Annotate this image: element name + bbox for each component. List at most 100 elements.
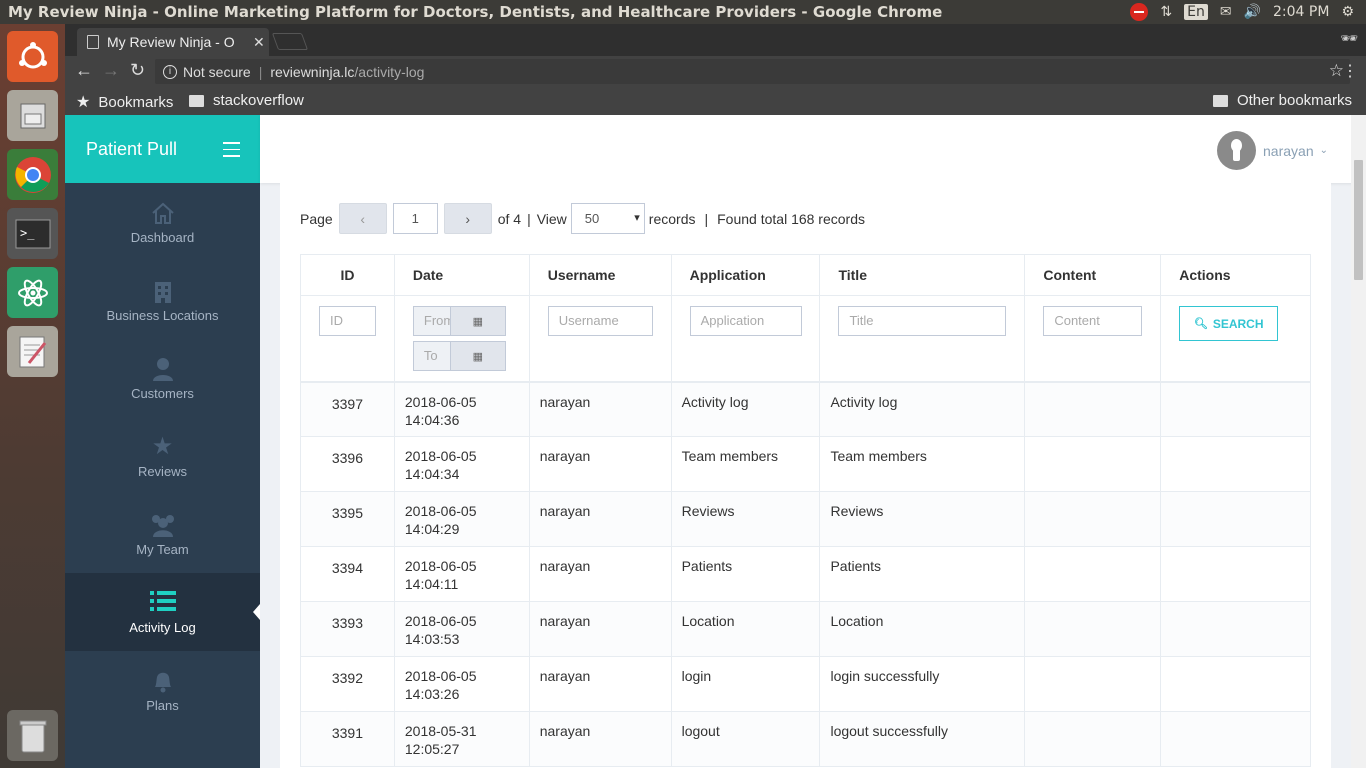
mail-icon[interactable]: ✉ bbox=[1220, 4, 1232, 20]
per-page-select[interactable]: 50 bbox=[570, 203, 645, 234]
new-tab-button[interactable] bbox=[271, 33, 309, 50]
column-header-date[interactable]: Date bbox=[393, 254, 530, 296]
cell-id: 3391 bbox=[300, 711, 395, 767]
next-page-button[interactable]: › bbox=[443, 203, 492, 234]
sidebar-item-plans[interactable]: Plans bbox=[65, 651, 260, 729]
trash-icon[interactable] bbox=[7, 710, 58, 761]
sidebar-item-activity-log[interactable]: Activity Log bbox=[65, 573, 260, 651]
cell-title: Reviews bbox=[819, 491, 1026, 547]
list-icon bbox=[149, 590, 176, 616]
cell-content bbox=[1024, 711, 1162, 767]
cell-content bbox=[1024, 546, 1162, 602]
table-row[interactable]: 3397 2018-06-05 14:04:36 narayan Activity lo… bbox=[300, 381, 1311, 437]
sidebar-item-reviews[interactable]: ★ Reviews bbox=[65, 417, 260, 495]
page-icon bbox=[87, 35, 99, 49]
chrome-menu-icon[interactable]: ⋮ bbox=[1342, 61, 1358, 81]
cell-application: Team members bbox=[670, 436, 821, 492]
date-from-input[interactable]: From bbox=[412, 306, 451, 336]
time-value: 14:03:26 bbox=[404, 686, 460, 702]
browser-tab[interactable]: My Review Ninja - O ✕ bbox=[77, 28, 269, 56]
cell-id: 3393 bbox=[300, 601, 395, 657]
ubuntu-dash-icon[interactable] bbox=[7, 31, 58, 82]
column-header-application[interactable]: Application bbox=[670, 254, 821, 296]
column-header-username[interactable]: Username bbox=[528, 254, 672, 296]
id-filter-input[interactable]: ID bbox=[319, 306, 376, 336]
sidebar-item-dashboard[interactable]: Dashboard bbox=[65, 183, 260, 261]
activity-log-panel: Page ‹ 1 › of 4 | View 50 records | Foun… bbox=[280, 183, 1331, 768]
cell-actions bbox=[1160, 381, 1311, 437]
volume-icon[interactable]: 🔊 bbox=[1244, 4, 1261, 20]
cell-id: 3396 bbox=[300, 436, 395, 492]
users-icon bbox=[148, 512, 178, 538]
column-header-content[interactable]: Content bbox=[1024, 254, 1162, 296]
bookmarks-item[interactable]: ★ Bookmarks bbox=[76, 92, 173, 112]
page-scrollbar[interactable] bbox=[1351, 115, 1366, 768]
date-to-input[interactable]: To bbox=[412, 341, 451, 371]
page-number-input[interactable]: 1 bbox=[392, 203, 438, 234]
filter-row: ID From ▦ To ▦ Username Ap bbox=[300, 295, 1311, 383]
cell-application: Reviews bbox=[670, 491, 821, 547]
atom-editor-icon[interactable] bbox=[7, 267, 58, 318]
cell-actions bbox=[1160, 546, 1311, 602]
user-icon bbox=[152, 356, 174, 382]
column-header-title[interactable]: Title bbox=[819, 254, 1026, 296]
sidebar: Patient Pull Dashboard Business Location… bbox=[65, 115, 260, 768]
tab-strip: My Review Ninja - O ✕ 🕶 bbox=[65, 24, 1366, 56]
address-bar[interactable]: i Not secure | reviewninja.lc/activity-l… bbox=[155, 59, 1350, 84]
file-cabinet-icon[interactable] bbox=[7, 90, 58, 141]
chrome-icon[interactable] bbox=[7, 149, 58, 200]
os-top-panel: My Review Ninja - Online Marketing Platf… bbox=[0, 0, 1366, 24]
cell-application: Activity log bbox=[670, 381, 821, 437]
username-filter-input[interactable]: Username bbox=[547, 306, 653, 336]
close-tab-icon[interactable]: ✕ bbox=[253, 34, 265, 51]
date-to-filter[interactable]: To ▦ bbox=[412, 341, 506, 371]
text-editor-icon[interactable] bbox=[7, 326, 58, 377]
table-row[interactable]: 3392 2018-06-05 14:03:26 narayan login login … bbox=[300, 656, 1311, 712]
clock[interactable]: 2:04 PM bbox=[1273, 4, 1329, 20]
keyboard-layout-indicator[interactable]: En bbox=[1184, 4, 1208, 20]
calendar-icon[interactable]: ▦ bbox=[450, 306, 506, 336]
brand-bar: Patient Pull bbox=[65, 115, 260, 183]
forward-arrow-icon[interactable]: → bbox=[102, 60, 120, 81]
terminal-icon[interactable]: >_ bbox=[7, 208, 58, 259]
user-name[interactable]: narayan bbox=[1263, 143, 1314, 159]
ubuntu-launcher: >_ bbox=[0, 24, 65, 768]
transfer-icon[interactable]: ⇅ bbox=[1160, 4, 1172, 20]
column-header-id[interactable]: ID bbox=[300, 254, 395, 296]
prev-page-button[interactable]: ‹ bbox=[338, 203, 387, 234]
time-value: 14:04:34 bbox=[404, 466, 460, 482]
date-from-filter[interactable]: From ▦ bbox=[412, 306, 506, 336]
reload-icon[interactable]: ↻ bbox=[130, 60, 145, 81]
sidebar-item-customers[interactable]: Customers bbox=[65, 339, 260, 417]
scrollbar-thumb[interactable] bbox=[1354, 160, 1363, 280]
table-row[interactable]: 3396 2018-06-05 14:04:34 narayan Team member… bbox=[300, 436, 1311, 492]
table-row[interactable]: 3394 2018-06-05 14:04:11 narayan Patients Pat… bbox=[300, 546, 1311, 602]
cell-id: 3395 bbox=[300, 491, 395, 547]
bookmark-stackoverflow[interactable]: stackoverflow bbox=[189, 92, 304, 109]
date-value: 2018-06-05 bbox=[404, 558, 477, 574]
search-button[interactable]: 🔍︎ SEARCH bbox=[1179, 306, 1279, 341]
cell-date: 2018-05-31 12:05:27 bbox=[393, 711, 530, 767]
back-arrow-icon[interactable]: ← bbox=[75, 60, 93, 81]
time-value: 14:04:29 bbox=[404, 521, 460, 537]
cell-actions bbox=[1160, 656, 1311, 712]
other-bookmarks[interactable]: Other bookmarks bbox=[1212, 92, 1352, 109]
sidebar-item-my-team[interactable]: My Team bbox=[65, 495, 260, 573]
table-row[interactable]: 3393 2018-06-05 14:03:53 narayan Location Loc… bbox=[300, 601, 1311, 657]
settings-gear-icon[interactable]: ⚙ bbox=[1341, 4, 1354, 20]
sidebar-item-business-locations[interactable]: Business Locations bbox=[65, 261, 260, 339]
table-row[interactable]: 3391 2018-05-31 12:05:27 narayan logout logou… bbox=[300, 711, 1311, 767]
title-filter-input[interactable]: Title bbox=[838, 306, 1007, 336]
menu-toggle-icon[interactable] bbox=[223, 142, 240, 162]
calendar-icon[interactable]: ▦ bbox=[450, 341, 506, 371]
content-filter-input[interactable]: Content bbox=[1043, 306, 1143, 336]
application-filter-input[interactable]: Application bbox=[689, 306, 802, 336]
incognito-icon: 🕶 bbox=[1340, 30, 1358, 46]
table-row[interactable]: 3395 2018-06-05 14:04:29 narayan Reviews Revi… bbox=[300, 491, 1311, 547]
chevron-down-icon[interactable]: ⌄ bbox=[1320, 145, 1328, 156]
network-disconnected-icon[interactable] bbox=[1130, 3, 1149, 21]
user-menu[interactable]: narayan ⌄ bbox=[1217, 131, 1328, 170]
brand-name[interactable]: Patient Pull bbox=[86, 139, 177, 160]
info-icon[interactable]: i bbox=[163, 64, 177, 79]
avatar[interactable] bbox=[1217, 131, 1257, 170]
